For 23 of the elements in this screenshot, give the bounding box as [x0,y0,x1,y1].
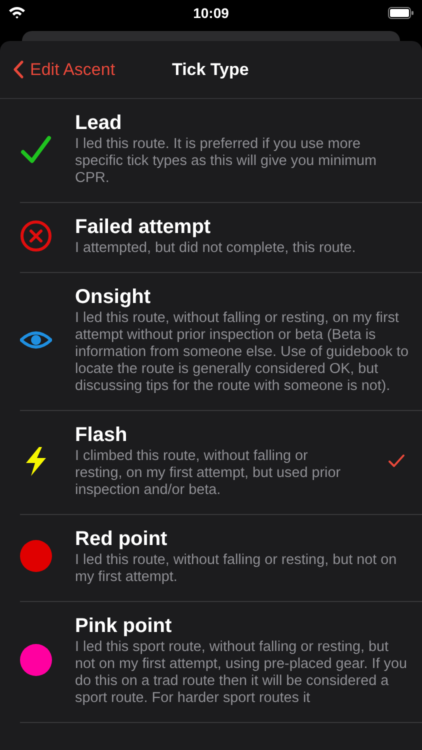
status-time: 10:09 [193,5,229,21]
tick-type-row[interactable]: Flash I climbed this route, without falling or resting, on my first attempt, but used prior inspection and/or beta. [20,411,422,515]
tick-type-description: I led this route. It is preferred if you use more specific tick types as this will give you minimum CPR. [75,136,378,187]
back-button[interactable]: Edit Ascent [0,50,116,90]
tick-type-title: Pink point [75,614,173,639]
tick-type-description: I led this route, without falling or resting, on my first attempt without prior inspection or beta (Beta is information from someone else. Use of guidebook to locate the route is generally considered OK, but discussing tips for the route with someone is not). [75,310,409,395]
tick-type-row[interactable]: Lead I led this route. It is preferred if you use more specific tick types as this will give you minimum CPR. [20,99,422,203]
tick-type-description: I climbed this route, without falling or resting, on my first attempt, but used prior inspection and/or beta. [75,448,342,499]
tick-type-title: Onsight [75,285,152,310]
tick-type-description: I attempted, but did not complete, this route. [75,240,357,257]
tick-type-description: I led this route, without falling or resting, but not on my first attempt. [75,552,398,586]
tick-type-title: Red point [75,527,168,552]
tick-type-description: I led this sport route, without falling or resting, but not on my first attempt, using pre-placed gear. If you do this on a trad route then it will be considered a sport route. For harder sport routes it [75,639,408,707]
tick-type-title: Flash [75,423,128,448]
nav-title: Tick Type [172,60,249,80]
battery-icon [388,6,414,18]
tick-type-row[interactable]: Red point I led this route, without falling or resting, but not on my first attempt. [20,515,422,602]
checkmark-icon [388,454,404,468]
tick-type-title: Failed attempt [75,215,212,240]
back-chevron-icon [13,60,24,79]
wifi-icon [8,6,26,19]
tick-type-title: Lead [75,111,123,136]
tick-type-row[interactable]: Failed attempt I attempted, but did not complete, this route. [20,203,422,273]
